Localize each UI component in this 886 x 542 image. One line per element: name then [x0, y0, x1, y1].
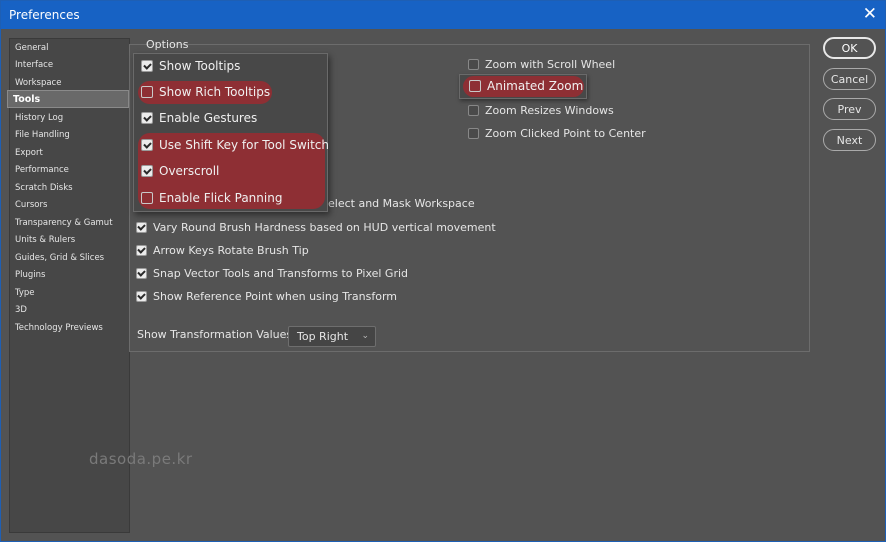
sidebar-item-cursors[interactable]: Cursors	[10, 196, 129, 214]
zoom-clicked-point-option[interactable]: Zoom Clicked Point to Center	[468, 124, 646, 142]
show-reference-point-checkbox[interactable]	[136, 290, 147, 302]
vary-round-brush-checkbox[interactable]	[136, 221, 147, 233]
watermark: dasoda.pe.kr	[89, 450, 193, 468]
transformation-values-label: Show Transformation Values:	[137, 328, 296, 341]
enable-gestures-checkbox[interactable]	[141, 112, 153, 124]
vary-round-brush-label: Vary Round Brush Hardness based on HUD v…	[153, 220, 496, 234]
snap-vector-tools-option[interactable]: Snap Vector Tools and Transforms to Pixe…	[136, 264, 408, 282]
enable-flick-panning-checkbox[interactable]	[141, 192, 153, 204]
sidebar-item-export[interactable]: Export	[10, 144, 129, 162]
use-shift-key-option[interactable]: Use Shift Key for Tool Switch	[141, 136, 329, 154]
show-tooltips-label: Show Tooltips	[159, 59, 241, 73]
overscroll-checkbox[interactable]	[141, 165, 153, 177]
sidebar-item-general[interactable]: General	[10, 39, 129, 57]
zoom-resizes-windows-label: Zoom Resizes Windows	[485, 103, 614, 117]
show-rich-tooltips-checkbox[interactable]	[141, 86, 153, 98]
zoom-resizes-windows-checkbox[interactable]	[468, 104, 479, 116]
transformation-values-dropdown[interactable]: Top Right ⌄	[288, 326, 376, 347]
sidebar-item-file-handling[interactable]: File Handling	[10, 126, 129, 144]
zoom-scroll-wheel-label: Zoom with Scroll Wheel	[485, 57, 616, 71]
enable-gestures-label: Enable Gestures	[159, 111, 258, 125]
sidebar-item-transparency-gamut[interactable]: Transparency & Gamut	[10, 214, 129, 232]
use-shift-key-label: Use Shift Key for Tool Switch	[159, 138, 330, 152]
vary-round-brush-option[interactable]: Vary Round Brush Hardness based on HUD v…	[136, 218, 496, 236]
close-icon[interactable]: ✕	[863, 4, 877, 24]
sidebar-item-history-log[interactable]: History Log	[10, 109, 129, 127]
select-mask-workspace-option[interactable]: elect and Mask Workspace	[328, 194, 475, 212]
sidebar-item-scratch-disks[interactable]: Scratch Disks	[10, 179, 129, 197]
prev-button[interactable]: Prev	[823, 98, 876, 120]
animated-zoom-option[interactable]: Animated Zoom	[469, 77, 583, 95]
zoom-scroll-wheel-checkbox[interactable]	[468, 58, 479, 70]
zoom-clicked-point-checkbox[interactable]	[468, 127, 479, 139]
chevron-down-icon: ⌄	[361, 331, 369, 341]
window-title: Preferences	[9, 8, 80, 22]
arrow-keys-rotate-label: Arrow Keys Rotate Brush Tip	[153, 243, 309, 257]
show-reference-point-option[interactable]: Show Reference Point when using Transfor…	[136, 287, 397, 305]
next-button[interactable]: Next	[823, 129, 876, 151]
enable-flick-panning-label: Enable Flick Panning	[159, 191, 283, 205]
enable-flick-panning-option[interactable]: Enable Flick Panning	[141, 189, 282, 207]
preferences-window: Preferences ✕ General Interface Workspac…	[0, 0, 886, 542]
sidebar-item-units-rulers[interactable]: Units & Rulers	[10, 231, 129, 249]
ok-button[interactable]: OK	[823, 37, 876, 59]
show-rich-tooltips-label: Show Rich Tooltips	[159, 85, 271, 99]
use-shift-key-checkbox[interactable]	[141, 139, 153, 151]
animated-zoom-checkbox[interactable]	[469, 80, 481, 92]
show-tooltips-option[interactable]: Show Tooltips	[141, 57, 240, 75]
snap-vector-tools-label: Snap Vector Tools and Transforms to Pixe…	[153, 266, 409, 280]
zoom-with-scroll-wheel-option[interactable]: Zoom with Scroll Wheel	[468, 55, 615, 73]
sidebar-item-technology-previews[interactable]: Technology Previews	[10, 319, 129, 337]
sidebar-item-type[interactable]: Type	[10, 284, 129, 302]
arrow-keys-rotate-checkbox[interactable]	[136, 244, 147, 256]
show-tooltips-checkbox[interactable]	[141, 60, 153, 72]
sidebar-item-interface[interactable]: Interface	[10, 56, 129, 74]
zoom-resizes-windows-option[interactable]: Zoom Resizes Windows	[468, 101, 614, 119]
sidebar-item-performance[interactable]: Performance	[10, 161, 129, 179]
select-mask-workspace-label: elect and Mask Workspace	[328, 196, 475, 210]
animated-zoom-callout: Animated Zoom	[459, 74, 587, 99]
options-title: Options	[146, 38, 189, 51]
animated-zoom-label: Animated Zoom	[487, 79, 584, 93]
sidebar-item-tools[interactable]: Tools	[7, 90, 129, 108]
overscroll-label: Overscroll	[159, 164, 220, 178]
tooltips-gestures-callout: Show Tooltips Show Rich Tooltips Enable …	[133, 53, 329, 212]
transformation-values-selected: Top Right	[297, 330, 349, 343]
title-bar: Preferences ✕	[1, 1, 885, 29]
cancel-button[interactable]: Cancel	[823, 68, 876, 90]
zoom-clicked-point-label: Zoom Clicked Point to Center	[485, 126, 646, 140]
sidebar-item-guides-grid-slices[interactable]: Guides, Grid & Slices	[10, 249, 129, 267]
overscroll-option[interactable]: Overscroll	[141, 162, 219, 180]
snap-vector-tools-checkbox[interactable]	[136, 267, 147, 279]
sidebar-item-3d[interactable]: 3D	[10, 301, 129, 319]
show-rich-tooltips-option[interactable]: Show Rich Tooltips	[141, 83, 270, 101]
enable-gestures-option[interactable]: Enable Gestures	[141, 109, 257, 127]
show-reference-point-label: Show Reference Point when using Transfor…	[153, 289, 398, 303]
arrow-keys-rotate-option[interactable]: Arrow Keys Rotate Brush Tip	[136, 241, 309, 259]
sidebar-item-plugins[interactable]: Plugins	[10, 266, 129, 284]
